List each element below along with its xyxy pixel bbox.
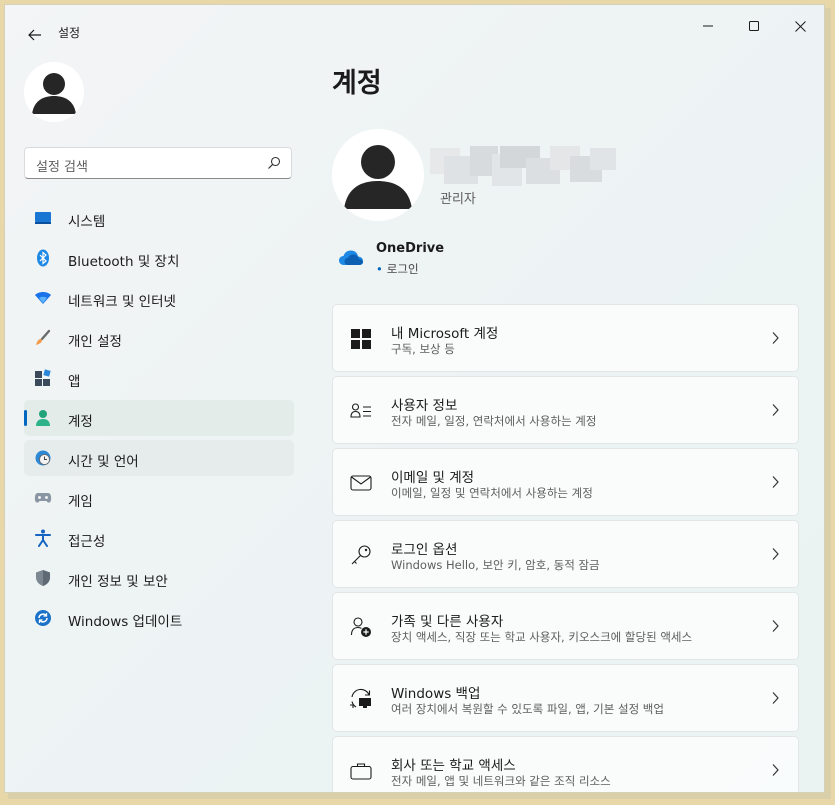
apps-icon <box>34 369 52 387</box>
sidebar-item-label: Bluetooth 및 장치 <box>68 254 180 270</box>
sidebar-item-apps[interactable]: 앱 <box>24 360 294 396</box>
chevron-right-icon <box>772 404 779 416</box>
card-subtitle: 이메일, 일정 및 연락처에서 사용하는 계정 <box>391 486 593 500</box>
globe-clock-icon <box>34 449 52 467</box>
card-subtitle: 장치 액세스, 직장 또는 학교 사용자, 키오스크에 할당된 액세스 <box>391 630 693 644</box>
chevron-right-icon <box>772 476 779 488</box>
maximize-icon <box>749 21 759 31</box>
card-email-accounts[interactable]: 이메일 및 계정 이메일, 일정 및 연락처에서 사용하는 계정 <box>332 448 799 516</box>
chevron-right-icon <box>772 620 779 632</box>
window-shadow <box>825 8 831 797</box>
gamepad-icon <box>34 489 52 507</box>
minimize-button[interactable] <box>685 11 731 41</box>
blurred-user-name <box>430 146 616 186</box>
card-title: 로그인 옵션 <box>391 542 458 558</box>
sidebar-item-label: 네트워크 및 인터넷 <box>68 294 176 310</box>
onedrive-status: • 로그인 <box>376 261 419 277</box>
user-avatar-small[interactable] <box>24 62 84 122</box>
accessibility-icon <box>34 529 52 547</box>
card-family-other-users[interactable]: 가족 및 다른 사용자 장치 액세스, 직장 또는 학교 사용자, 키오스크에 … <box>332 592 799 660</box>
close-icon <box>794 20 806 32</box>
card-subtitle: 전자 메일, 앱 및 네트워크와 같은 조직 리소스 <box>391 774 611 788</box>
brush-icon <box>34 329 52 347</box>
onedrive-cloud-icon <box>339 250 363 265</box>
back-button[interactable] <box>21 21 49 49</box>
sidebar-item-gaming[interactable]: 게임 <box>24 480 294 516</box>
window-shadow <box>8 793 831 799</box>
sidebar-item-label: 앱 <box>68 374 81 390</box>
sidebar-item-label: 시스템 <box>68 214 106 230</box>
page-title: 계정 <box>332 68 382 99</box>
search-placeholder: 설정 검색 <box>36 160 88 175</box>
card-title: 내 Microsoft 계정 <box>391 326 499 342</box>
person-silhouette-icon <box>332 129 424 221</box>
minimize-icon <box>703 25 713 27</box>
chevron-right-icon <box>772 692 779 704</box>
search-input[interactable]: 설정 검색 <box>24 147 292 179</box>
card-subtitle: 여러 장치에서 복원할 수 있도록 파일, 앱, 기본 설정 백업 <box>391 702 664 716</box>
sidebar-item-label: Windows 업데이트 <box>68 614 183 630</box>
card-work-school-access[interactable]: 회사 또는 학교 액세스 전자 메일, 앱 및 네트워크와 같은 조직 리소스 <box>332 736 799 792</box>
key-icon <box>349 543 373 567</box>
sidebar-item-accounts[interactable]: 계정 <box>24 400 294 436</box>
sidebar-item-label: 개인 설정 <box>68 334 122 350</box>
card-subtitle: Windows Hello, 보안 키, 암호, 동적 잠금 <box>391 558 600 572</box>
maximize-button[interactable] <box>731 11 777 41</box>
chevron-right-icon <box>772 548 779 560</box>
sidebar-item-label: 시간 및 언어 <box>68 454 139 470</box>
briefcase-icon <box>349 759 373 783</box>
selection-indicator <box>24 410 27 426</box>
card-microsoft-account[interactable]: 내 Microsoft 계정 구독, 보상 등 <box>332 304 799 372</box>
person-silhouette-icon <box>24 62 84 122</box>
card-title: Windows 백업 <box>391 686 481 702</box>
sidebar-item-network[interactable]: 네트워크 및 인터넷 <box>24 280 294 316</box>
sidebar-item-label: 계정 <box>68 414 93 430</box>
account-settings-list: 내 Microsoft 계정 구독, 보상 등 사용자 정보 전자 메일, 일정… <box>332 304 799 792</box>
card-title: 가족 및 다른 사용자 <box>391 614 504 630</box>
app-title: 설정 <box>58 26 81 40</box>
family-add-icon <box>349 615 373 639</box>
user-avatar-large[interactable] <box>332 129 424 221</box>
card-subtitle: 전자 메일, 일정, 연락처에서 사용하는 계정 <box>391 414 597 428</box>
sidebar-item-privacy[interactable]: 개인 정보 및 보안 <box>24 560 294 596</box>
back-arrow-icon <box>28 29 41 41</box>
sidebar-item-windows-update[interactable]: Windows 업데이트 <box>24 600 294 636</box>
windows-logo-icon <box>349 327 373 351</box>
sidebar-item-label: 개인 정보 및 보안 <box>68 574 168 590</box>
person-info-icon <box>349 399 373 423</box>
sidebar-item-personalization[interactable]: 개인 설정 <box>24 320 294 356</box>
sidebar-item-accessibility[interactable]: 접근성 <box>24 520 294 556</box>
settings-window: 설정 설정 검색 시스템 Bluetooth 및 장치 네트워크 및 인터넷 개… <box>4 4 825 793</box>
search-icon <box>268 156 281 169</box>
sidebar-item-system[interactable]: 시스템 <box>24 200 294 236</box>
mail-icon <box>349 471 373 495</box>
sidebar-item-label: 게임 <box>68 494 93 510</box>
wifi-icon <box>34 289 52 307</box>
account-role: 관리자 <box>440 192 476 207</box>
card-windows-backup[interactable]: Windows 백업 여러 장치에서 복원할 수 있도록 파일, 앱, 기본 설… <box>332 664 799 732</box>
backup-icon <box>349 687 373 711</box>
onedrive-title[interactable]: OneDrive <box>376 241 444 256</box>
system-monitor-icon <box>34 209 52 227</box>
sidebar-item-time-language[interactable]: 시간 및 언어 <box>24 440 294 476</box>
status-dot: • <box>376 262 383 276</box>
card-your-info[interactable]: 사용자 정보 전자 메일, 일정, 연락처에서 사용하는 계정 <box>332 376 799 444</box>
bluetooth-icon <box>34 249 52 267</box>
onedrive-status-text: 로그인 <box>386 262 419 276</box>
update-icon <box>34 609 52 627</box>
chevron-right-icon <box>772 332 779 344</box>
chevron-right-icon <box>772 764 779 776</box>
card-title: 사용자 정보 <box>391 398 458 414</box>
card-sign-in-options[interactable]: 로그인 옵션 Windows Hello, 보안 키, 암호, 동적 잠금 <box>332 520 799 588</box>
card-title: 이메일 및 계정 <box>391 470 475 486</box>
person-icon <box>34 409 52 427</box>
sidebar-nav: 시스템 Bluetooth 및 장치 네트워크 및 인터넷 개인 설정 앱 계정… <box>24 200 294 640</box>
shield-icon <box>34 569 52 587</box>
close-button[interactable] <box>777 11 823 41</box>
card-subtitle: 구독, 보상 등 <box>391 342 455 356</box>
card-title: 회사 또는 학교 액세스 <box>391 758 516 774</box>
sidebar-item-label: 접근성 <box>68 534 106 550</box>
sidebar-item-bluetooth[interactable]: Bluetooth 및 장치 <box>24 240 294 276</box>
